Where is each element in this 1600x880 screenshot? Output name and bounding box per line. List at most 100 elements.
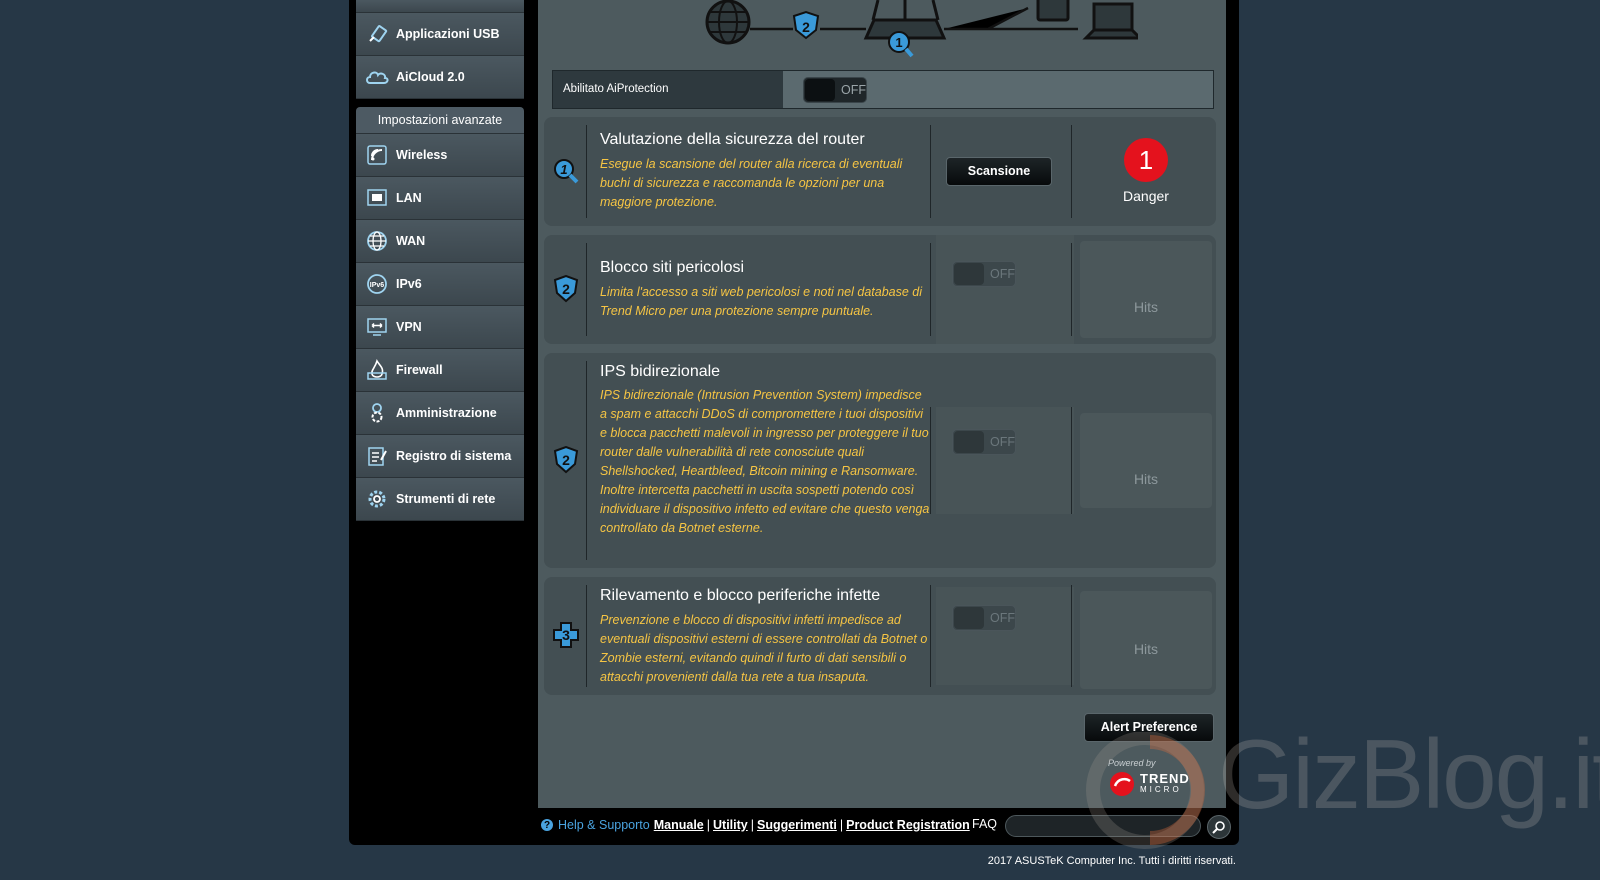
hits-label: Hits xyxy=(1133,641,1159,657)
sidebar-item-label: AiCloud 2.0 xyxy=(396,70,465,84)
copyright: 2017 ASUSTeK Computer Inc. Tutti i dirit… xyxy=(987,855,1236,867)
vpn-icon xyxy=(364,314,390,340)
svg-text:1: 1 xyxy=(895,35,902,50)
sidebar-item-aicloud[interactable]: AiCloud 2.0 xyxy=(356,56,524,99)
divider xyxy=(586,585,587,687)
sidebar-item-administration[interactable]: Amministrazione xyxy=(356,392,524,435)
watermark-text: GizBlog.it xyxy=(1218,719,1600,829)
divider xyxy=(930,125,931,218)
sidebar-item-network-tools[interactable]: Strumenti di rete xyxy=(356,478,524,521)
card-title: IPS bidirezionale xyxy=(600,363,721,380)
card-title: Valutazione della sicurezza del router xyxy=(600,131,865,148)
sidebar-item-label: LAN xyxy=(396,191,422,205)
divider xyxy=(586,125,587,218)
sidebar-item-label: WAN xyxy=(396,234,426,248)
aiprotection-toggle[interactable]: OFF xyxy=(803,76,867,103)
sidebar-item-firewall[interactable]: Firewall xyxy=(356,349,524,392)
advanced-settings-header: Impostazioni avanzate xyxy=(356,107,524,134)
toggle-state: OFF xyxy=(990,435,1015,449)
footer-link-product-registration[interactable]: Product Registration xyxy=(846,818,970,832)
hits-panel: Hits xyxy=(1080,241,1212,338)
sidebar-item-system-log[interactable]: Registro di sistema xyxy=(356,435,524,478)
divider xyxy=(1071,243,1072,336)
usb-icon xyxy=(364,21,390,47)
firewall-icon xyxy=(364,357,390,383)
router-icon xyxy=(863,0,947,40)
infected-device-blocking-card: 3 Rilevamento e blocco periferiche infet… xyxy=(544,577,1216,695)
shield-badge-icon: 2 xyxy=(792,10,820,40)
toggle-knob xyxy=(954,607,984,629)
watermark-logo-icon xyxy=(1086,732,1205,849)
malicious-sites-toggle[interactable]: OFF xyxy=(952,261,1016,287)
sidebar-item-label: Strumenti di rete xyxy=(396,492,496,506)
card-description: IPS bidirezionale (Intrusion Prevention … xyxy=(600,388,930,535)
sidebar-item-lan[interactable]: LAN xyxy=(356,177,524,220)
sidebar-item-usb-apps[interactable]: Applicazioni USB xyxy=(356,13,524,56)
card-control-area: OFF xyxy=(936,235,1074,344)
divider xyxy=(1071,585,1072,687)
footer-link-suggestions[interactable]: Suggerimenti xyxy=(757,818,837,832)
ipv6-icon: IPv6 xyxy=(364,271,390,297)
globe-icon xyxy=(364,228,390,254)
card-control-area: OFF xyxy=(936,587,1074,685)
sidebar-item-partial[interactable] xyxy=(356,0,524,13)
sidebar-item-vpn[interactable]: VPN xyxy=(356,306,524,349)
aiprotection-panel: 2 1 Abilitato AiProtection OFF 1 Valutaz… xyxy=(538,0,1226,808)
danger-count-badge: 1 xyxy=(1124,138,1168,182)
admin-icon xyxy=(364,400,390,426)
scan-button[interactable]: Scansione xyxy=(946,157,1052,186)
svg-text:1: 1 xyxy=(560,162,567,177)
laptop-icon xyxy=(1082,2,1138,40)
hits-panel: Hits xyxy=(1080,591,1212,689)
sidebar-item-ipv6[interactable]: IPv6 IPv6 xyxy=(356,263,524,306)
divider xyxy=(930,407,931,514)
svg-text:IPv6: IPv6 xyxy=(370,282,385,289)
toggle-state: OFF xyxy=(841,82,866,97)
toggle-state: OFF xyxy=(990,267,1015,281)
footer-link-utility[interactable]: Utility xyxy=(713,818,748,832)
sidebar-item-wireless[interactable]: Wireless xyxy=(356,134,524,177)
sidebar-item-label: Applicazioni USB xyxy=(396,27,500,41)
ips-toggle[interactable]: OFF xyxy=(952,429,1016,455)
toggle-knob xyxy=(805,78,835,101)
danger-label: Danger xyxy=(1123,188,1169,204)
sidebar-item-label: Firewall xyxy=(396,363,443,377)
toggle-state: OFF xyxy=(990,611,1015,625)
divider xyxy=(586,361,587,560)
sidebar-item-label: Wireless xyxy=(396,148,448,162)
cross-badge-icon: 3 xyxy=(552,621,580,649)
aiprotection-enable-label: Abilitato AiProtection xyxy=(553,71,783,108)
sidebar: Applicazioni USB AiCloud 2.0 Impostazion… xyxy=(356,0,524,521)
tools-icon xyxy=(364,486,390,512)
sidebar-item-label: Registro di sistema xyxy=(396,449,512,463)
sidebar-item-label: IPv6 xyxy=(396,277,422,291)
faq-label: FAQ xyxy=(972,817,998,831)
two-way-ips-card: 2 IPS bidirezionale IPS bidirezionale (I… xyxy=(544,353,1216,568)
toggle-knob xyxy=(954,263,984,285)
svg-text:3: 3 xyxy=(562,627,570,643)
log-icon xyxy=(364,443,390,469)
card-description: Esegue la scansione del router alla rice… xyxy=(600,157,903,209)
divider xyxy=(1071,407,1072,514)
wireless-icon xyxy=(364,142,390,168)
hits-label: Hits xyxy=(1133,299,1159,315)
svg-text:2: 2 xyxy=(562,452,570,468)
lan-icon xyxy=(364,185,390,211)
divider xyxy=(930,585,931,687)
malicious-sites-blocking-card: 2 Blocco siti pericolosi Limita l'access… xyxy=(544,235,1216,344)
sidebar-item-wan[interactable]: WAN xyxy=(356,220,524,263)
svg-text:2: 2 xyxy=(802,19,810,35)
shield-badge-icon: 2 xyxy=(552,446,580,474)
card-control-area: OFF xyxy=(936,407,1074,514)
magnifier-badge-icon: 1 xyxy=(552,157,580,185)
toggle-knob xyxy=(954,431,984,453)
footer-link-manual[interactable]: Manuale xyxy=(654,818,704,832)
aiprotection-enable-row: Abilitato AiProtection OFF xyxy=(552,70,1214,109)
hits-panel: Hits xyxy=(1080,413,1212,508)
watermark: GizBlog.it xyxy=(1080,719,1600,852)
hits-label: Hits xyxy=(1133,471,1159,487)
divider xyxy=(1071,125,1072,218)
infected-device-toggle[interactable]: OFF xyxy=(952,605,1016,631)
cloud-icon xyxy=(364,64,390,90)
help-icon: ? xyxy=(541,819,553,831)
